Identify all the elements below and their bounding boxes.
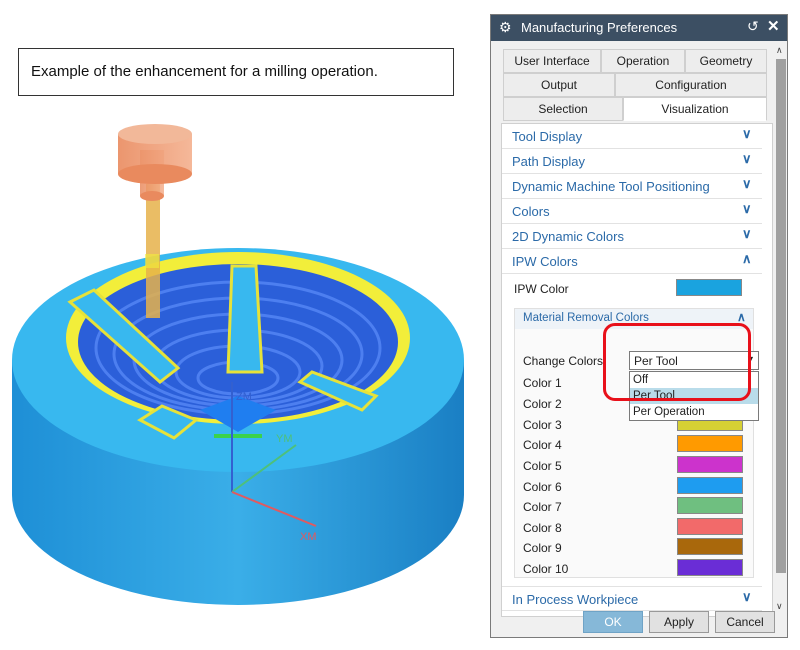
color-label: Color 10 bbox=[523, 562, 569, 576]
axis-y-label: YM bbox=[276, 433, 293, 445]
tab-label: Visualization bbox=[661, 102, 729, 116]
color-6-swatch[interactable] bbox=[677, 477, 743, 494]
color-10-swatch[interactable] bbox=[677, 559, 743, 576]
chevron-up-icon: ∧ bbox=[737, 310, 746, 324]
dialog-titlebar: ⚙ Manufacturing Preferences ↺ ✕ bbox=[491, 15, 787, 41]
color-4-swatch[interactable] bbox=[677, 435, 743, 452]
section-ipw-colors[interactable]: IPW Colors ∧ bbox=[502, 249, 762, 274]
tab-label: Output bbox=[540, 78, 578, 92]
section-path-display[interactable]: Path Display ∨ bbox=[502, 149, 762, 174]
tab-configuration[interactable]: Configuration bbox=[615, 73, 767, 97]
section-dynamic-machine-tool-positioning[interactable]: Dynamic Machine Tool Positioning ∨ bbox=[502, 174, 762, 199]
chevron-down-icon: ∨ bbox=[742, 589, 752, 604]
scroll-down-icon[interactable]: ∨ bbox=[776, 601, 783, 612]
tab-geometry[interactable]: Geometry bbox=[685, 49, 767, 73]
ipw-color-swatch[interactable] bbox=[676, 279, 742, 296]
dialog-title: Manufacturing Preferences bbox=[521, 20, 678, 35]
tab-operation[interactable]: Operation bbox=[601, 49, 685, 73]
tab-label: Selection bbox=[538, 102, 588, 116]
dropdown-highlight-outline bbox=[603, 323, 751, 401]
section-label: IPW Colors bbox=[512, 254, 578, 269]
section-label: In Process Workpiece bbox=[512, 592, 639, 607]
tab-output[interactable]: Output bbox=[503, 73, 615, 97]
chevron-down-icon: ∨ bbox=[742, 126, 752, 141]
scrollbar-thumb[interactable] bbox=[776, 59, 786, 573]
section-tool-display[interactable]: Tool Display ∨ bbox=[502, 124, 762, 149]
reset-icon[interactable]: ↺ bbox=[747, 18, 759, 35]
apply-button[interactable]: Apply bbox=[649, 611, 709, 633]
chevron-up-icon: ∧ bbox=[742, 251, 752, 266]
chevron-down-icon: ∨ bbox=[742, 176, 752, 191]
tab-visualization[interactable]: Visualization bbox=[623, 97, 767, 121]
tab-label: User Interface bbox=[514, 54, 590, 68]
section-label: Tool Display bbox=[512, 129, 583, 144]
section-label: Dynamic Machine Tool Positioning bbox=[512, 179, 710, 194]
color-label: Color 5 bbox=[523, 459, 562, 473]
section-in-process-workpiece[interactable]: In Process Workpiece ∨ bbox=[502, 586, 762, 611]
axis-x-label: XM bbox=[300, 531, 317, 543]
section-label: 2D Dynamic Colors bbox=[512, 229, 624, 244]
ok-button[interactable]: OK bbox=[583, 611, 643, 633]
scroll-up-icon[interactable]: ∧ bbox=[776, 45, 783, 56]
panel-scrollbar[interactable]: ∧ ∨ bbox=[775, 45, 787, 617]
color-8-swatch[interactable] bbox=[677, 518, 743, 535]
tab-selection[interactable]: Selection bbox=[503, 97, 623, 121]
milling-part-illustration: ZM YM XM bbox=[12, 124, 464, 605]
color-label: Color 4 bbox=[523, 438, 562, 452]
caption-box: Example of the enhancement for a milling… bbox=[18, 48, 454, 96]
chevron-down-icon: ∨ bbox=[742, 151, 752, 166]
ipw-color-label: IPW Color bbox=[514, 282, 569, 296]
cancel-button[interactable]: Cancel bbox=[715, 611, 775, 633]
color-label: Color 6 bbox=[523, 480, 562, 494]
color-label: Color 3 bbox=[523, 418, 562, 432]
color-label: Color 7 bbox=[523, 500, 562, 514]
section-colors[interactable]: Colors ∨ bbox=[502, 199, 762, 224]
section-label: Colors bbox=[512, 204, 550, 219]
chevron-down-icon: ∨ bbox=[742, 201, 752, 216]
color-label: Color 8 bbox=[523, 521, 562, 535]
tab-label: Operation bbox=[616, 54, 670, 68]
color-label: Color 1 bbox=[523, 376, 562, 390]
section-label: Path Display bbox=[512, 154, 585, 169]
chevron-down-icon: ∨ bbox=[742, 226, 752, 241]
option-per-operation[interactable]: Per Operation bbox=[630, 404, 758, 420]
color-7-swatch[interactable] bbox=[677, 497, 743, 514]
color-9-swatch[interactable] bbox=[677, 538, 743, 555]
tab-label: Geometry bbox=[699, 54, 753, 68]
tab-label: Configuration bbox=[655, 78, 727, 92]
color-5-swatch[interactable] bbox=[677, 456, 743, 473]
tab-user-interface[interactable]: User Interface bbox=[503, 49, 601, 73]
color-label: Color 9 bbox=[523, 541, 562, 555]
section-2d-dynamic-colors[interactable]: 2D Dynamic Colors ∨ bbox=[502, 224, 762, 249]
axis-z-label: ZM bbox=[236, 391, 252, 403]
color-label: Color 2 bbox=[523, 397, 562, 411]
change-colors-label: Change Colors bbox=[523, 354, 604, 368]
caption-text: Example of the enhancement for a milling… bbox=[31, 63, 378, 80]
close-icon[interactable]: ✕ bbox=[767, 17, 780, 35]
gear-icon: ⚙ bbox=[499, 19, 512, 35]
